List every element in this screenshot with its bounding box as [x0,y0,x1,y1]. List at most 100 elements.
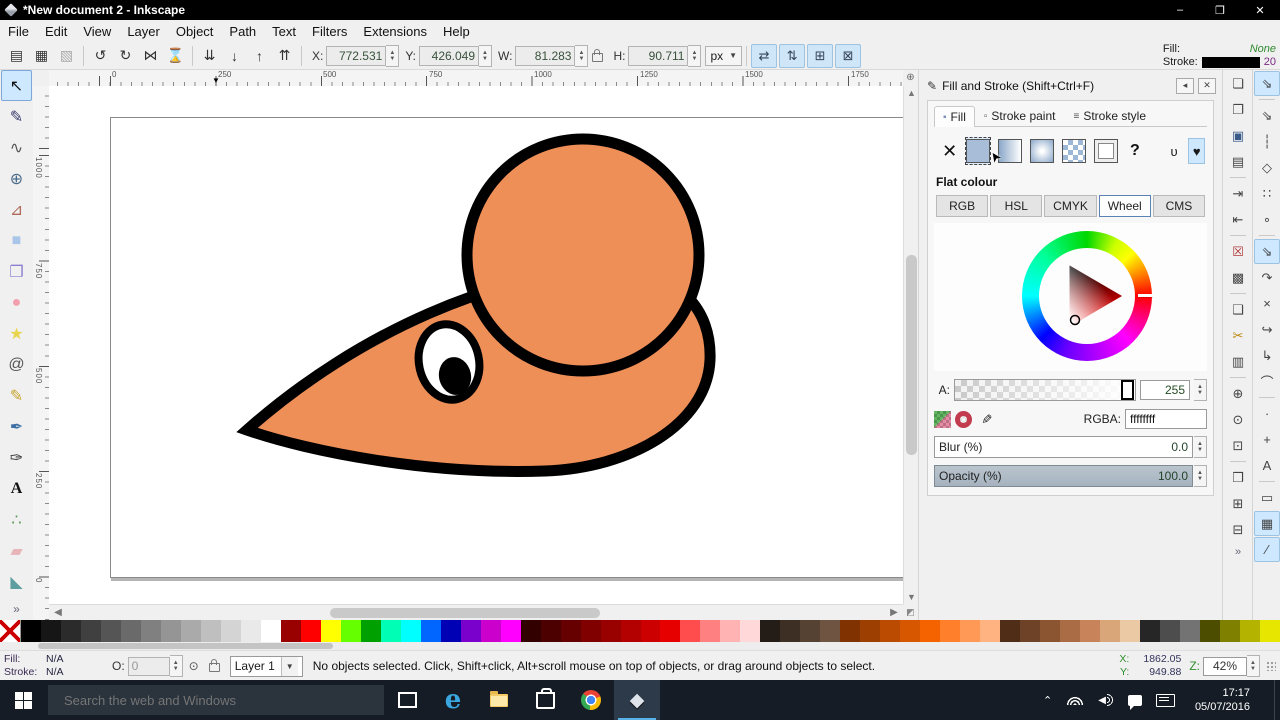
layer-lock-icon[interactable] [205,659,224,673]
wifi-icon[interactable] [1066,695,1084,705]
snap-bbox-centers-button[interactable]: ∘ [1254,207,1280,232]
scroll-left-icon[interactable]: ◀ [51,605,65,621]
snap-enable-button[interactable]: ⇘ [1254,71,1280,96]
horizontal-scroll-handle[interactable] [330,608,600,618]
cmd-export-button[interactable]: ⇤ [1225,207,1251,232]
menu-file[interactable]: File [0,22,37,41]
snap-grid-button[interactable]: ▦ [1254,511,1280,536]
palette-swatch[interactable] [1000,620,1020,642]
cmd-zoom-page-button[interactable]: ⊡ [1225,433,1251,458]
cmd-ungroup-button[interactable]: ⊟ [1225,517,1251,542]
panel-close-button[interactable]: ✕ [1198,78,1216,94]
out-of-gamut-icon[interactable] [955,411,972,428]
color-tab-rgb[interactable]: RGB [936,195,988,217]
menu-view[interactable]: View [75,22,119,41]
h-field[interactable]: 90.711 [628,46,688,66]
zoom-value-field[interactable]: 42% [1203,657,1247,676]
palette-swatch[interactable] [700,620,720,642]
color-tab-cms[interactable]: CMS [1153,195,1205,217]
palette-swatch[interactable] [1120,620,1140,642]
palette-swatch[interactable] [541,620,561,642]
stroke-indicator-swatch[interactable] [1202,57,1260,68]
scroll-down-icon[interactable]: ▼ [904,590,919,604]
volume-icon[interactable]: ◀ [1098,694,1114,706]
chevron-up-icon[interactable]: ⌃ [1043,694,1052,707]
sticky-zoom-icon[interactable]: ⊕ [903,70,918,86]
panel-collapse-button[interactable]: ◂ [1176,78,1194,94]
rotate-cw-button[interactable]: ↻ [113,44,138,68]
blur-slider[interactable]: Blur (%) 0.0 [934,436,1193,458]
palette-swatch[interactable] [501,620,521,642]
palette-swatch[interactable] [780,620,800,642]
tool-selector[interactable]: ↖ [1,70,32,101]
palette-swatch[interactable] [421,620,441,642]
palette-swatch[interactable] [760,620,780,642]
edge-button[interactable]: e [430,680,476,720]
palette-swatch[interactable] [581,620,601,642]
search-input[interactable] [62,692,366,709]
menu-help[interactable]: Help [435,22,478,41]
tool-paint-bucket[interactable]: ◣ [1,566,32,597]
tool-calligraphy[interactable]: ✑ [1,442,32,473]
tool-spiral[interactable]: @ [1,349,32,380]
horizontal-ruler[interactable]: ▼ 02505007501000125015001750 [49,70,903,87]
menu-extensions[interactable]: Extensions [355,22,435,41]
scroll-right-icon[interactable]: ▶ [887,605,901,621]
alpha-spinner[interactable]: ▲▼ [1194,379,1207,401]
fill-indicator-value[interactable]: None [1202,43,1276,56]
raise-to-top-button[interactable]: ⇈ [272,44,297,68]
snap-object-centers-button[interactable]: ∙ [1254,401,1280,426]
cmd-zoom-selection-button[interactable]: ⊕ [1225,381,1251,406]
lock-ratio-icon[interactable] [592,53,603,62]
cmd-paste-button[interactable]: ▥ [1225,349,1251,374]
layer-selector[interactable]: Layer 1 ▼ [230,656,303,677]
palette-swatch[interactable] [121,620,141,642]
palette-swatch[interactable] [181,620,201,642]
menu-layer[interactable]: Layer [119,22,168,41]
palette-swatch[interactable] [1240,620,1260,642]
palette-swatch[interactable] [61,620,81,642]
tool-eraser[interactable]: ▰ [1,535,32,566]
cmd-open-button[interactable]: ❐ [1225,97,1251,122]
fill-rule-nonzero-button[interactable]: ♥ [1188,138,1205,164]
paint-swatch-button[interactable] [1093,137,1119,165]
clock[interactable]: 17:17 05/07/2016 [1195,686,1250,714]
flip-vertical-button[interactable]: ⌛ [163,44,188,68]
x-field-spinner[interactable]: ▲▼ [386,45,399,67]
chrome-button[interactable] [568,680,614,720]
palette-swatch[interactable] [1160,620,1180,642]
units-dropdown[interactable]: px ▼ [705,46,742,66]
paint-flat-button[interactable] [965,137,991,165]
alpha-slider-handle[interactable] [1121,380,1134,400]
drawing-mouse-shape[interactable] [49,86,903,604]
snap-intersections-button[interactable]: × [1254,291,1280,316]
palette-swatch[interactable] [21,620,41,642]
cmd-new-document-button[interactable]: ❏ [1225,71,1251,96]
select-all-button[interactable]: ▤ [4,44,29,68]
palette-swatch[interactable] [1220,620,1240,642]
palette-swatch-none[interactable] [0,620,21,642]
lower-button[interactable]: ↓ [222,44,247,68]
palette-swatch[interactable] [361,620,381,642]
snap-nodes-button[interactable]: ⇘ [1254,239,1280,264]
palette-swatch[interactable] [860,620,880,642]
vertical-scroll-handle[interactable] [906,255,917,455]
palette-swatch[interactable] [900,620,920,642]
tool-rectangle[interactable]: ■ [1,225,32,256]
swatch-gradient-icon[interactable] [934,411,951,428]
rotate-ccw-button[interactable]: ↺ [88,44,113,68]
color-tab-cmyk[interactable]: CMYK [1044,195,1096,217]
alpha-value-field[interactable]: 255 [1140,380,1190,400]
affect-move-gradients-button[interactable]: ⇄ [751,44,777,68]
palette-swatch[interactable] [441,620,461,642]
cmd-group-button[interactable]: ⊞ [1225,491,1251,516]
affect-scale-stroke-button[interactable]: ⊞ [807,44,833,68]
vertical-ruler[interactable]: 10007505002500 [33,86,50,620]
palette-swatch[interactable] [281,620,301,642]
cmd-cut-button[interactable]: ✂ [1225,323,1251,348]
palette-swatch[interactable] [401,620,421,642]
palette-swatch[interactable] [680,620,700,642]
w-field[interactable]: 81.283 [515,46,575,66]
menu-text[interactable]: Text [264,22,304,41]
snap-bbox-corners-button[interactable]: ◇ [1254,155,1280,180]
